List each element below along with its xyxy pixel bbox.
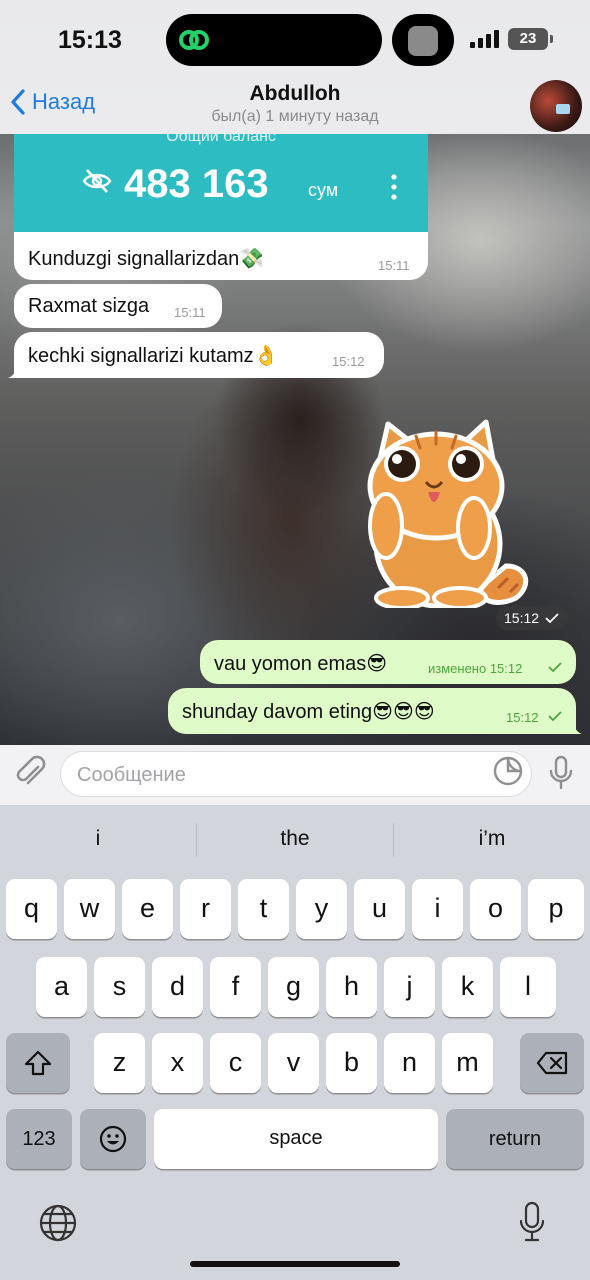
numbers-key[interactable]: 123 [6,1109,72,1169]
key-u[interactable]: u [354,879,405,939]
emoji-icon [99,1125,127,1153]
space-key[interactable]: space [154,1109,438,1169]
more-vertical-icon [391,174,397,200]
bubble-tail-out [568,718,582,734]
balance-amount: 483 163 [124,162,269,206]
signal-icon [470,30,499,48]
balance-currency: сум [308,180,339,200]
check-icon [545,613,559,624]
message-placeholder: Сообщение [77,764,186,786]
key-y[interactable]: y [296,879,347,939]
return-key[interactable]: return [446,1109,584,1169]
message-time: изменено 15:12 [428,661,523,676]
sticker-time: 15:12 [504,610,540,626]
globe-icon[interactable] [38,1203,78,1243]
key-p[interactable]: p [528,879,584,939]
message-input[interactable]: Сообщение [60,751,532,797]
key-b[interactable]: b [326,1033,377,1093]
emoji-key[interactable] [80,1109,146,1169]
message-text: Kunduzgi signallarizdan💸 [28,248,265,270]
key-f[interactable]: f [210,957,261,1017]
key-t[interactable]: t [238,879,289,939]
paperclip-icon[interactable] [14,755,46,791]
cat-sticker[interactable] [356,416,532,610]
chat-header: 15:13 23 Назад Abdulloh был(а) 1 минуту … [0,0,590,134]
shift-icon [24,1050,52,1076]
message-bubble-in[interactable]: Raxmat sizga 15:11 [14,284,222,328]
check-icon [548,662,562,672]
message-time: 15:12 [332,354,365,369]
sticker-time-badge: 15:12 [496,606,568,630]
key-q[interactable]: q [6,879,57,939]
key-a[interactable]: a [36,957,87,1017]
key-c[interactable]: c [210,1033,261,1093]
shift-key[interactable] [6,1033,70,1093]
backspace-icon [536,1051,568,1075]
message-bubble-out[interactable]: shunday davom eting😎😎😎 15:12 [168,688,576,734]
key-m[interactable]: m [442,1033,493,1093]
microphone-icon[interactable] [548,755,574,791]
balance-card: Общий баланс 483 163 сум [14,134,428,232]
avatar[interactable] [530,80,582,132]
delete-key[interactable] [520,1033,584,1093]
key-d[interactable]: d [152,957,203,1017]
on-screen-keyboard: i the i’m q w e r t y u i o p a s d f g … [0,805,590,1280]
link-icon [179,30,209,50]
cat-sticker-icon [367,419,529,610]
message-text: Raxmat sizga [28,295,150,317]
home-indicator [190,1261,400,1267]
message-time: 15:12 [506,710,539,725]
dictation-microphone-icon[interactable] [518,1201,546,1243]
last-seen-status: был(а) 1 минуту назад [211,108,379,125]
key-g[interactable]: g [268,957,319,1017]
sticker-icon[interactable] [492,755,524,787]
message-text: shunday davom eting😎😎😎 [182,701,435,723]
key-r[interactable]: r [180,879,231,939]
key-i[interactable]: i [412,879,463,939]
key-o[interactable]: o [470,879,521,939]
battery-icon: 23 [508,28,548,50]
message-bubble-out[interactable]: vau yomon emas😎 изменено 15:12 [200,640,576,684]
app-thumbnail-icon [408,26,438,56]
status-time: 15:13 [58,26,122,54]
suggestion-1[interactable]: i [0,827,196,851]
key-v[interactable]: v [268,1033,319,1093]
key-n[interactable]: n [384,1033,435,1093]
balance-card-message[interactable]: Общий баланс 483 163 сум Kunduzgi signal… [14,134,428,280]
suggestion-3[interactable]: i’m [394,827,590,851]
key-k[interactable]: k [442,957,493,1017]
check-icon [548,711,562,721]
message-bubble-in[interactable]: kechki signallarizi kutamz👌 15:12 [14,332,384,378]
key-e[interactable]: e [122,879,173,939]
key-s[interactable]: s [94,957,145,1017]
eye-off-icon [82,169,112,193]
bubble-tail-in [8,362,22,378]
message-text: vau yomon emas😎 [214,653,388,675]
composer-bar: Сообщение [0,745,590,805]
message-text: kechki signallarizi kutamz👌 [28,345,279,367]
contact-name[interactable]: Abdulloh [0,82,590,106]
key-z[interactable]: z [94,1033,145,1093]
message-time: 15:11 [174,305,206,320]
suggestion-2[interactable]: the [197,827,393,851]
balance-label: Общий баланс [166,134,276,145]
key-h[interactable]: h [326,957,377,1017]
key-w[interactable]: w [64,879,115,939]
battery-tip [550,35,553,43]
key-l[interactable]: l [500,957,556,1017]
key-x[interactable]: x [152,1033,203,1093]
key-j[interactable]: j [384,957,435,1017]
message-time: 15:11 [378,258,410,273]
